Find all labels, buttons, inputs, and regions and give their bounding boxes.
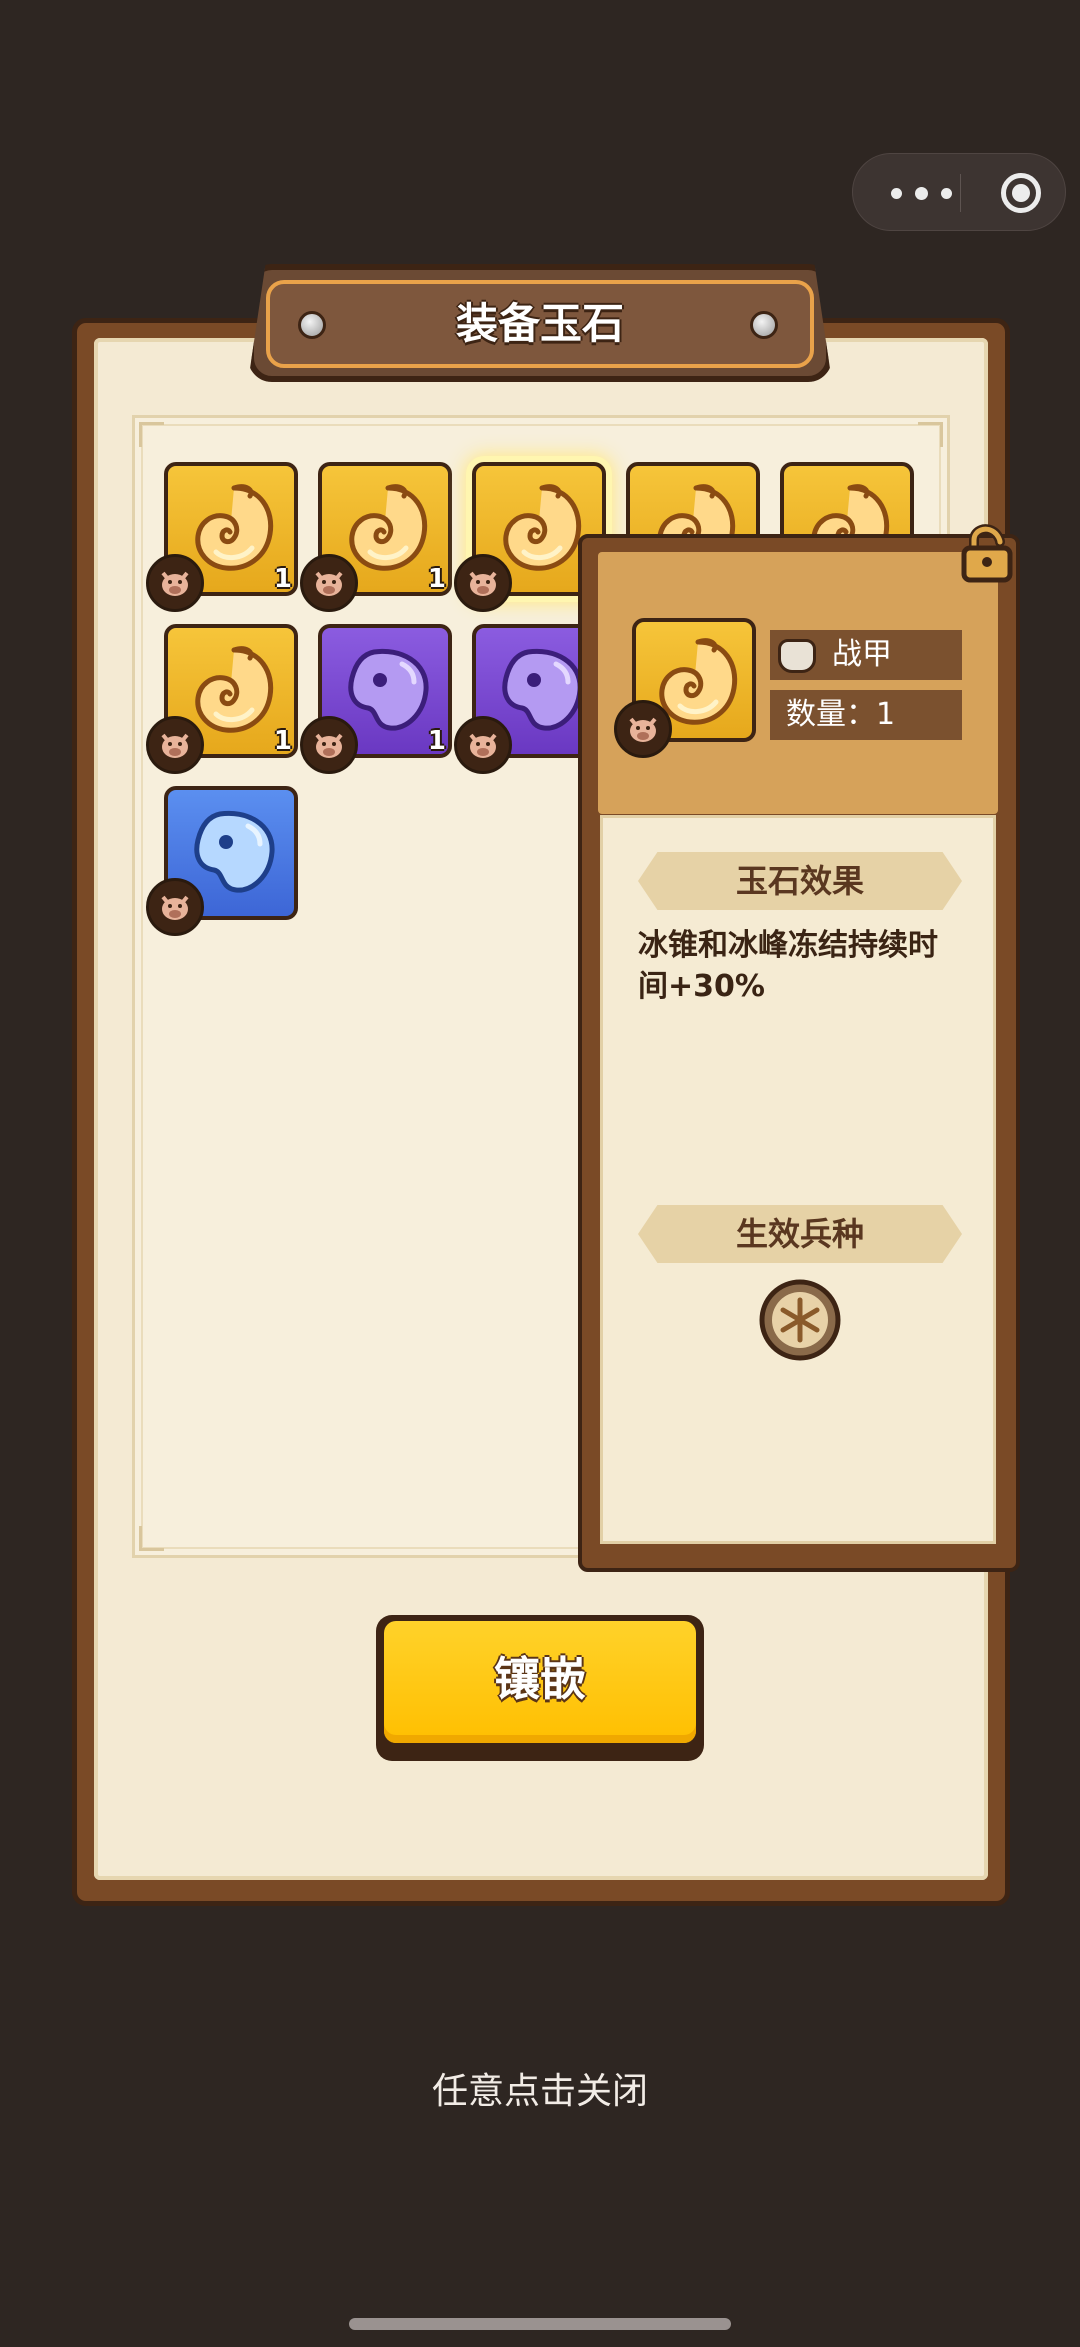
unlocked-padlock-icon[interactable] bbox=[956, 522, 1018, 584]
page-title: 装备玉石 bbox=[455, 299, 624, 348]
effect-section-title: 玉石效果 bbox=[638, 852, 962, 910]
gear-type-label: 战甲 bbox=[832, 637, 892, 672]
quantity-tag: 数量：1 bbox=[770, 690, 962, 740]
jade-count: 1 bbox=[427, 726, 446, 756]
unit-section-title: 生效兵种 bbox=[638, 1205, 962, 1263]
home-indicator[interactable] bbox=[349, 2318, 731, 2330]
armor-icon bbox=[778, 638, 816, 673]
jade-count: 1 bbox=[273, 564, 292, 594]
detail-boar-badge-icon bbox=[614, 700, 672, 758]
capsule-divider bbox=[960, 174, 961, 212]
purple-jade-icon bbox=[348, 648, 429, 731]
boar-badge-icon bbox=[300, 554, 358, 612]
boar-badge-icon bbox=[146, 554, 204, 612]
quantity-label: 数量：1 bbox=[786, 697, 896, 732]
effect-text: 冰锥和冰峰冻结持续时间+30% bbox=[638, 928, 938, 1004]
gold-jade-icon bbox=[503, 484, 582, 571]
mini-program-capsule bbox=[852, 153, 1066, 231]
purple-jade-icon bbox=[502, 648, 583, 731]
snowflake-icon[interactable] bbox=[758, 1278, 842, 1362]
jade-count: 1 bbox=[427, 564, 446, 594]
gold-jade-icon bbox=[349, 484, 428, 571]
gold-jade-icon bbox=[195, 484, 274, 571]
gear-type-tag: 战甲 bbox=[770, 630, 962, 680]
boar-badge-icon bbox=[454, 716, 512, 774]
circle-target-icon[interactable] bbox=[981, 154, 1061, 232]
inlay-button-label: 镶嵌 bbox=[494, 1652, 586, 1706]
gold-jade-icon bbox=[195, 646, 274, 733]
blue-jade-icon bbox=[194, 810, 275, 893]
close-hint[interactable]: 任意点击关闭 bbox=[0, 2062, 1080, 2114]
jade-count: 1 bbox=[273, 726, 292, 756]
boar-badge-icon bbox=[146, 878, 204, 936]
boar-badge-icon bbox=[454, 554, 512, 612]
more-dots-icon[interactable] bbox=[883, 154, 963, 232]
boar-badge-icon bbox=[146, 716, 204, 774]
boar-badge-icon bbox=[300, 716, 358, 774]
